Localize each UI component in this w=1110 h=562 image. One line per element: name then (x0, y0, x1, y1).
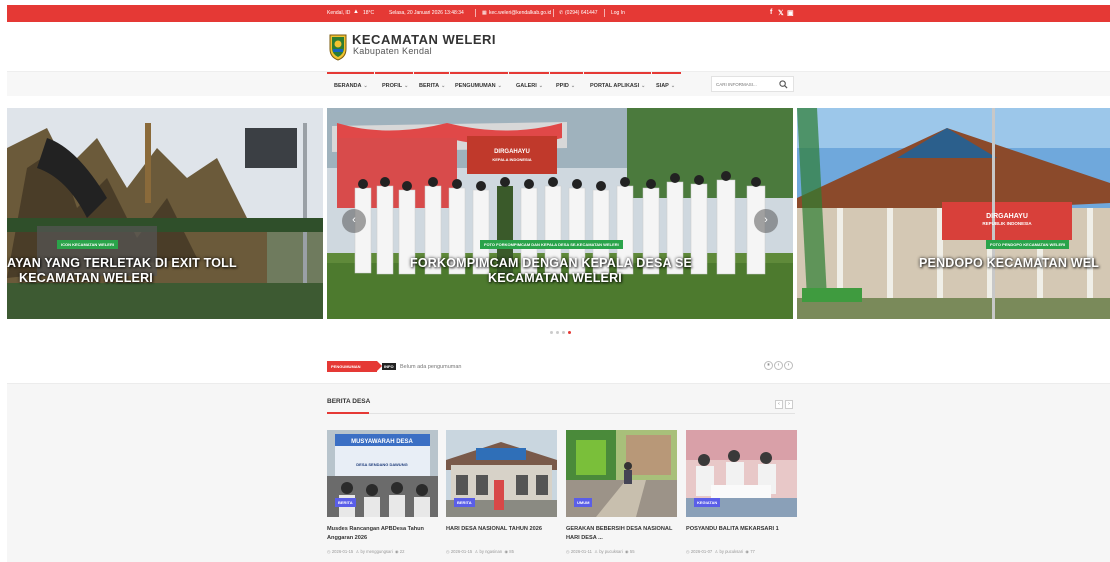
temperature-text: 18°C (363, 10, 375, 16)
chevron-down-icon: ⌄ (363, 83, 368, 89)
news-title[interactable]: GERAKAN BEBERSIH DESA NASIONAL HARI DESA… (566, 525, 678, 543)
calendar-icon: ◷ (686, 549, 690, 554)
slide-image: DIRGAHAYU REPUBLIK INDONESIA (797, 108, 1110, 319)
calendar-icon: ◷ (327, 549, 331, 554)
chevron-down-icon: ⌄ (497, 83, 502, 89)
ticker-prev-button[interactable]: ‹ (774, 361, 783, 370)
news-meta: ◷ 2026-01-15 ♙ by ngasinan ◉ 85 (446, 549, 514, 554)
slide-banner-subtext: REPUBLIK INDONESIA (982, 221, 1032, 226)
slide-caption: PENDOPO KECAMATAN WEL (919, 256, 1100, 270)
slider-prev-button[interactable]: ‹ (342, 209, 366, 233)
chevron-down-icon: ⌄ (670, 83, 676, 89)
phone-link[interactable]: (0294) 641447 (565, 10, 598, 16)
news-banner-subtext: DESA SENDANG DAWUNG (356, 462, 407, 467)
news-meta: ◷ 2026-01-11 ♙ by pucuksari ◉ 55 (566, 549, 635, 554)
slide-category-badge: ICON KECAMATAN WELERI (57, 240, 118, 249)
user-icon: ♙ (355, 549, 360, 554)
news-title[interactable]: HARI DESA NASIONAL TAHUN 2026 (446, 525, 558, 534)
news-meta: ◷ 2026-01-15 ♙ by menggungsari ◉ 22 (327, 549, 405, 554)
nav-siap[interactable]: SIAP ⌄ (652, 72, 681, 96)
slider-dot[interactable] (556, 331, 559, 334)
login-link[interactable]: Log In (611, 10, 625, 16)
chevron-down-icon: ⌄ (404, 83, 409, 89)
slide-banner-text: DIRGAHAYU (986, 213, 1028, 220)
search-input[interactable] (716, 80, 776, 89)
slide-banner-text: DIRGAHAYU (494, 149, 530, 155)
slide-center[interactable]: DIRGAHAYU KEPALA INDONESIA FOTO FORKOMPI… (327, 108, 793, 319)
ticker-pause-button[interactable]: ⏸ (764, 361, 773, 370)
calendar-icon: ◷ (566, 549, 570, 554)
kendal-logo[interactable] (328, 33, 348, 61)
chevron-down-icon: ⌄ (538, 83, 543, 89)
slide-image (7, 108, 323, 319)
slide-left[interactable]: ICON KECAMATAN WELERI AYAN YANG TERLETAK… (7, 108, 323, 319)
eye-icon: ◉ (625, 549, 629, 554)
announcement-text: Belum ada pengumuman (400, 364, 462, 370)
eye-icon: ◉ (504, 549, 509, 554)
search-icon[interactable] (779, 80, 788, 89)
info-tag: INFO (382, 363, 396, 370)
search-box (711, 76, 794, 92)
announcement-label: PENGUMUMAN (327, 361, 382, 372)
site-title[interactable]: KECAMATAN WELERI (352, 32, 496, 47)
nav-portal-aplikasi[interactable]: PORTAL APLIKASI ⌄ (584, 72, 651, 96)
section-next-button[interactable]: › (785, 400, 793, 409)
slide-right[interactable]: DIRGAHAYU REPUBLIK INDONESIA FOTO PENDOP… (797, 108, 1110, 319)
slide-caption: FORKOMPIMCAM DENGAN KEPALA DESA SE (410, 256, 693, 270)
news-banner-text: MUSYAWARAH DESA (351, 439, 413, 445)
nav-ppid[interactable]: PPID ⌄ (550, 72, 583, 96)
ticker-next-button[interactable]: › (784, 361, 793, 370)
slide-caption-line2: KECAMATAN WELERI (19, 271, 153, 285)
calendar-icon: ◷ (446, 549, 450, 554)
user-icon: ♙ (594, 549, 599, 554)
instagram-icon[interactable]: ▣ (787, 9, 794, 17)
email-link[interactable]: kec.weleri@kendalkab.go.id (489, 10, 551, 16)
news-category-badge[interactable]: BERITA (335, 498, 356, 507)
slide-caption: AYAN YANG TERLETAK DI EXIT TOLL (7, 256, 237, 270)
location-text: Kendal, ID (327, 10, 351, 16)
datetime-text: Selasa, 20 Januari 2026 13:48:34 (389, 10, 464, 16)
nav-pengumuman[interactable]: PENGUMUMAN ⌄ (450, 72, 508, 96)
nav-profil[interactable]: PROFIL ⌄ (375, 72, 413, 96)
berita-desa-section (7, 383, 1110, 562)
news-meta: ◷ 2026-01-07 ♙ by pucuksari ◉ 77 (686, 549, 755, 554)
section-prev-button[interactable]: ‹ (775, 400, 783, 409)
slider-dot-active[interactable] (568, 331, 571, 334)
phone-icon: ✆ (559, 10, 564, 16)
facebook-icon[interactable]: f (770, 9, 772, 16)
slide-banner-subtext: KEPALA INDONESIA (492, 157, 531, 162)
user-icon: ♙ (474, 549, 479, 554)
weather-icon: ▲ (353, 9, 359, 15)
slide-image: DIRGAHAYU KEPALA INDONESIA (327, 108, 793, 319)
news-category-badge[interactable]: UMUM (574, 498, 593, 507)
news-title[interactable]: POSYANDU BALITA MEKARSARI 1 (686, 525, 798, 534)
slider-dot[interactable] (550, 331, 553, 334)
news-category-badge[interactable]: KEGIATAN (694, 498, 721, 507)
email-icon: ▦ (482, 10, 487, 16)
nav-berita[interactable]: BERITA ⌄ (414, 72, 449, 96)
slide-caption-line2: KECAMATAN WELERI (488, 271, 622, 285)
top-bar: Kendal, ID ▲ 18°C Selasa, 20 Januari 202… (7, 5, 1110, 22)
eye-icon: ◉ (745, 549, 750, 554)
slider-next-button[interactable]: › (754, 209, 778, 233)
nav-beranda[interactable]: BERANDA ⌄ (327, 72, 374, 96)
chevron-down-icon: ⌄ (641, 83, 646, 89)
user-icon: ♙ (714, 549, 719, 554)
chevron-down-icon: ⌄ (570, 83, 576, 89)
section-title: BERITA DESA (327, 398, 371, 405)
eye-icon: ◉ (394, 549, 399, 554)
news-title[interactable]: Musdes Rancangan APBDesa Tahun Anggaran … (327, 525, 439, 543)
slide-category-badge: FOTO FORKOMPIMCAM DAN KEPALA DESA SE-KEC… (480, 240, 623, 249)
nav-galeri[interactable]: GALERI ⌄ (509, 72, 549, 96)
slider-dot[interactable] (562, 331, 565, 334)
twitter-icon[interactable]: 𝕏 (778, 9, 784, 17)
news-category-badge[interactable]: BERITA (454, 498, 475, 507)
chevron-down-icon: ⌄ (441, 83, 446, 89)
site-subtitle: Kabupaten Kendal (353, 46, 432, 56)
slide-category-badge: FOTO PENDOPO KECAMATAN WELERI (986, 240, 1070, 249)
